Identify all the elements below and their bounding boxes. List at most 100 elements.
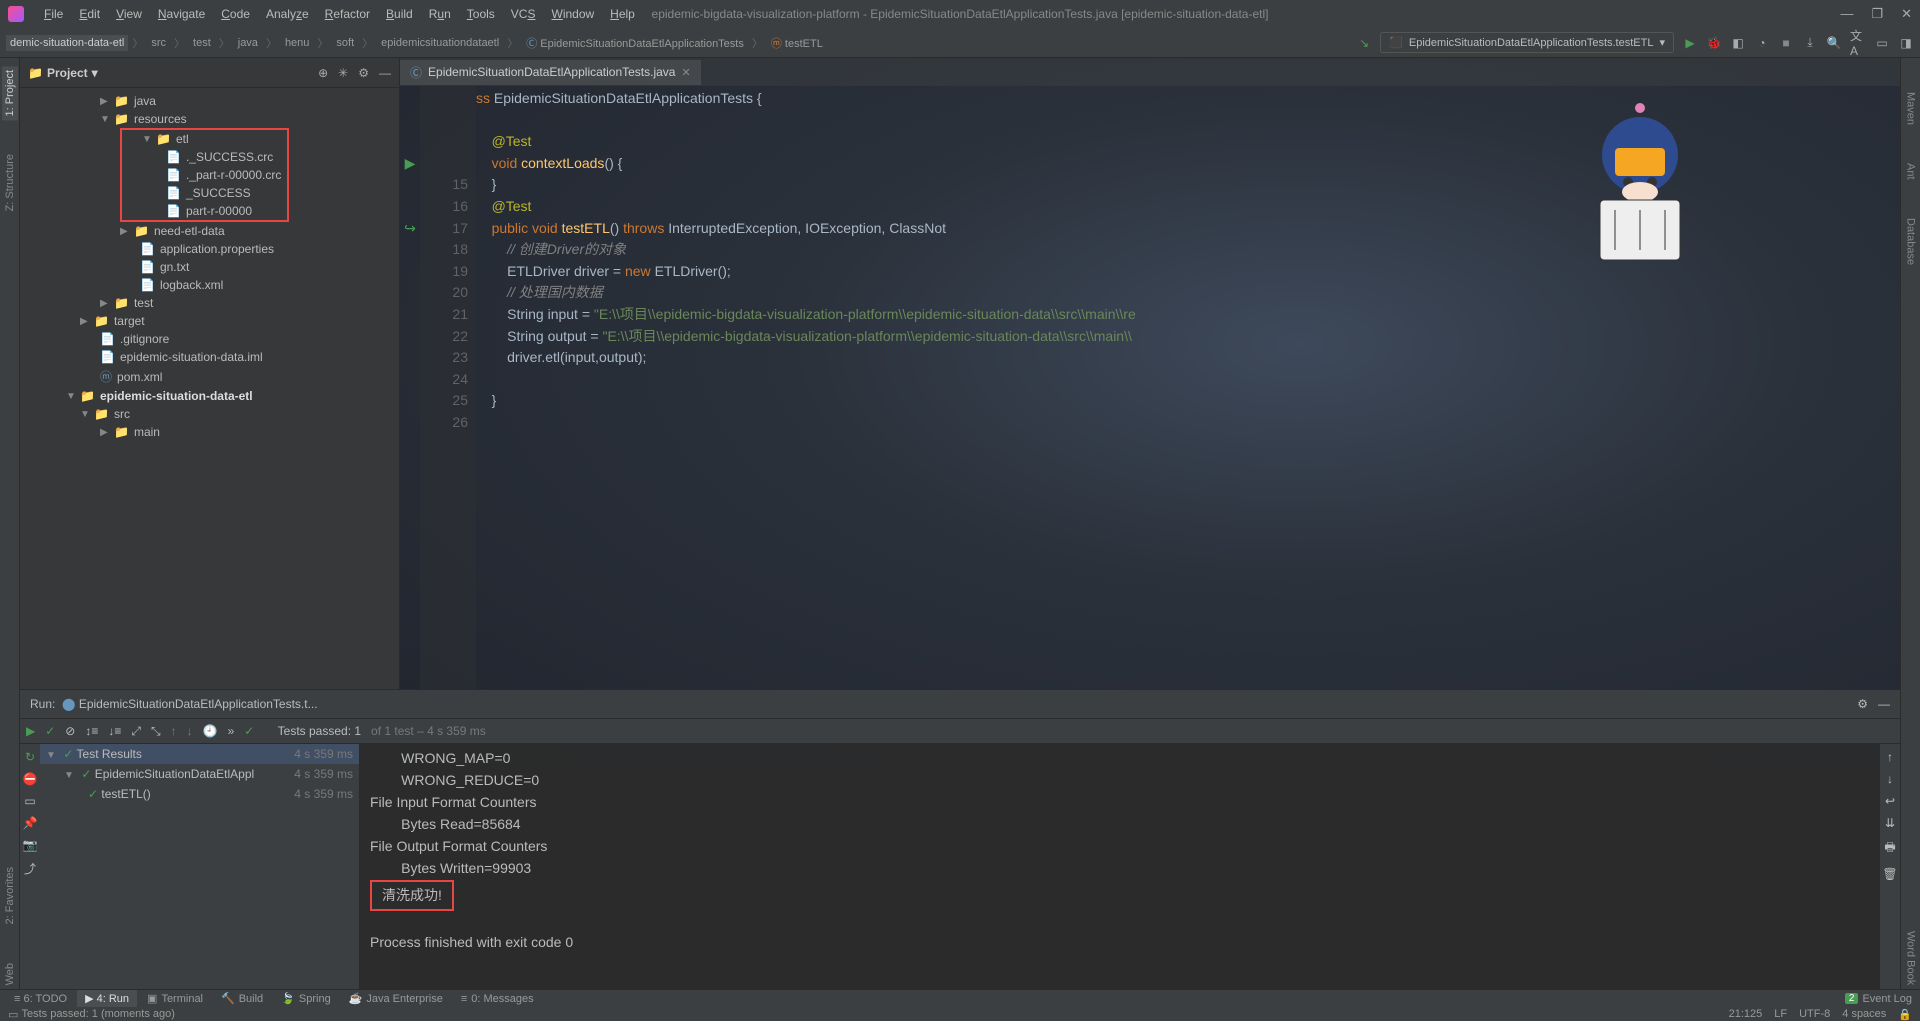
- hide-panel-icon[interactable]: —: [1878, 697, 1890, 711]
- history-icon[interactable]: 🕘: [203, 724, 218, 738]
- test-results-tree[interactable]: ▼ ✓ Test Results 4 s 359 ms ▼ ✓ Epidemic…: [40, 744, 360, 989]
- collapse-all-icon[interactable]: ⤡: [151, 724, 161, 739]
- menu-tools[interactable]: Tools: [459, 4, 503, 24]
- tool-wordbook[interactable]: Word Book: [1903, 927, 1919, 989]
- tree-file-gntxt[interactable]: 📄gn.txt: [20, 258, 399, 276]
- minimize-icon[interactable]: ―: [1840, 6, 1853, 22]
- close-icon[interactable]: ✕: [1901, 6, 1912, 22]
- btab-terminal[interactable]: ▣ Terminal: [139, 990, 211, 1007]
- btab-todo[interactable]: ≡ 6: TODO: [6, 991, 75, 1007]
- expand-all-icon[interactable]: ⤢: [131, 724, 141, 739]
- menu-build[interactable]: Build: [378, 4, 421, 24]
- next-icon[interactable]: ↓: [187, 724, 193, 738]
- stop2-icon[interactable]: ⛔: [23, 772, 38, 786]
- stop-icon[interactable]: ■: [1778, 35, 1794, 51]
- sort2-icon[interactable]: ↓≡: [108, 724, 121, 738]
- menu-navigate[interactable]: Navigate: [150, 4, 213, 24]
- run-gutter-icon[interactable]: ▶: [400, 153, 420, 175]
- maximize-icon[interactable]: ❐: [1871, 6, 1883, 22]
- tree-folder-test[interactable]: ▶📁test: [20, 294, 399, 312]
- up-icon[interactable]: ↑: [1887, 750, 1893, 764]
- tree-folder-etl[interactable]: ▼📁etl: [122, 130, 287, 148]
- profile-icon[interactable]: ◔: [1754, 35, 1770, 51]
- run-configuration-dropdown[interactable]: ⬛EpidemicSituationDataEtlApplicationTest…: [1380, 32, 1674, 53]
- layout-icon[interactable]: ▭: [24, 794, 35, 808]
- menu-window[interactable]: Window: [543, 4, 602, 24]
- tree-folder-main[interactable]: ▶📁main: [20, 423, 399, 441]
- menu-vcs[interactable]: VCS: [503, 4, 544, 24]
- expand-icon[interactable]: ✳: [338, 66, 348, 80]
- down-icon[interactable]: ↓: [1887, 772, 1893, 786]
- clear-icon[interactable]: 🗑: [1882, 867, 1897, 881]
- build-icon[interactable]: ↘: [1356, 35, 1372, 51]
- scroll-icon[interactable]: ⇊: [1885, 816, 1895, 830]
- gear-icon[interactable]: ⚙: [1857, 697, 1868, 711]
- crumb-soft[interactable]: soft: [332, 35, 358, 51]
- split-icon[interactable]: ◨: [1898, 35, 1914, 51]
- sort-icon[interactable]: ↕≡: [85, 724, 98, 738]
- menu-code[interactable]: Code: [213, 4, 258, 24]
- pin-icon[interactable]: 📌: [23, 816, 38, 830]
- print-icon[interactable]: 🖶: [1884, 838, 1895, 859]
- btab-messages[interactable]: ≡ 0: Messages: [453, 991, 542, 1007]
- tree-file-appprops[interactable]: 📄application.properties: [20, 240, 399, 258]
- menu-view[interactable]: View: [108, 4, 150, 24]
- tree-file-gitignore[interactable]: 📄.gitignore: [20, 330, 399, 348]
- status-pos[interactable]: 21:125: [1729, 1008, 1763, 1021]
- run-gutter-icon[interactable]: ↪: [400, 218, 420, 240]
- btab-eventlog[interactable]: 2 Event Log: [1837, 991, 1920, 1007]
- gear-icon[interactable]: ⚙: [358, 66, 369, 80]
- layout-icon[interactable]: ▭: [1874, 35, 1890, 51]
- coverage-icon[interactable]: ◧: [1730, 35, 1746, 51]
- hide-icon[interactable]: —: [379, 66, 391, 80]
- crumb-src[interactable]: src: [147, 35, 170, 51]
- tool-favorites[interactable]: 2: Favorites: [2, 863, 18, 928]
- crumb-java[interactable]: java: [234, 35, 262, 51]
- tree-file-part[interactable]: 📄part-r-00000: [122, 202, 287, 220]
- tree-folder-need-etl[interactable]: ▶📁need-etl-data: [20, 222, 399, 240]
- crumb-test[interactable]: test: [189, 35, 215, 51]
- tree-folder-java[interactable]: ▶📁java: [20, 92, 399, 110]
- btab-build[interactable]: 🔨 Build: [213, 990, 271, 1007]
- crumb-class[interactable]: Ⓒ EpidemicSituationDataEtlApplicationTes…: [522, 33, 748, 53]
- tab-close-icon[interactable]: ✕: [681, 66, 690, 79]
- tool-web[interactable]: Web: [2, 959, 18, 989]
- crumb-pkg[interactable]: epidemicsituationdataetl: [377, 35, 503, 51]
- editor-tab-active[interactable]: ⒸEpidemicSituationDataEtlApplicationTest…: [400, 60, 701, 85]
- wrap-icon[interactable]: ↩: [1885, 794, 1895, 808]
- tool-structure[interactable]: Z: Structure: [2, 150, 18, 215]
- project-panel-title[interactable]: 📁 Project ▾: [28, 66, 98, 80]
- status-lf[interactable]: LF: [1774, 1008, 1787, 1021]
- tree-file-success[interactable]: 📄_SUCCESS: [122, 184, 287, 202]
- rerun2-icon[interactable]: ↻: [25, 750, 35, 764]
- export-icon[interactable]: ⤴: [24, 860, 36, 877]
- console-output[interactable]: WRONG_MAP=0 WRONG_REDUCE=0 File Input Fo…: [360, 744, 1880, 989]
- toggle-ignored-icon[interactable]: ⊘: [65, 724, 75, 738]
- vcs-update-icon[interactable]: ⤓: [1802, 35, 1818, 51]
- tree-folder-src2[interactable]: ▼📁src: [20, 405, 399, 423]
- run-icon[interactable]: ▶: [1682, 35, 1698, 51]
- tree-file-success-crc[interactable]: 📄._SUCCESS.crc: [122, 148, 287, 166]
- prev-icon[interactable]: ↑: [171, 724, 177, 738]
- menu-analyze[interactable]: Analyze: [258, 4, 317, 24]
- menu-help[interactable]: Help: [602, 4, 643, 24]
- tree-module-etl[interactable]: ▼📁epidemic-situation-data-etl: [20, 387, 399, 405]
- camera-icon[interactable]: 📷: [23, 838, 38, 852]
- btab-spring[interactable]: 🍃 Spring: [273, 990, 339, 1007]
- status-icon[interactable]: ▭: [8, 1008, 18, 1021]
- menu-file[interactable]: File: [36, 4, 71, 24]
- menu-run[interactable]: Run: [421, 4, 459, 24]
- crumb-henu[interactable]: henu: [281, 35, 313, 51]
- crumb-method[interactable]: ⓜ testETL: [767, 33, 827, 53]
- locate-icon[interactable]: ⊕: [318, 66, 328, 80]
- tree-file-logback[interactable]: 📄logback.xml: [20, 276, 399, 294]
- btab-run[interactable]: ▶ 4: Run: [77, 990, 137, 1007]
- status-lock-icon[interactable]: 🔒: [1898, 1008, 1912, 1021]
- tree-file-pom[interactable]: ⓜpom.xml: [20, 366, 399, 387]
- tree-folder-target[interactable]: ▶📁target: [20, 312, 399, 330]
- toggle-passed-icon[interactable]: ✓: [45, 724, 55, 738]
- menu-refactor[interactable]: Refactor: [317, 4, 378, 24]
- tool-project[interactable]: 1: Project: [2, 66, 18, 120]
- status-indent[interactable]: 4 spaces: [1842, 1008, 1886, 1021]
- btab-javaee[interactable]: ☕ Java Enterprise: [341, 990, 451, 1007]
